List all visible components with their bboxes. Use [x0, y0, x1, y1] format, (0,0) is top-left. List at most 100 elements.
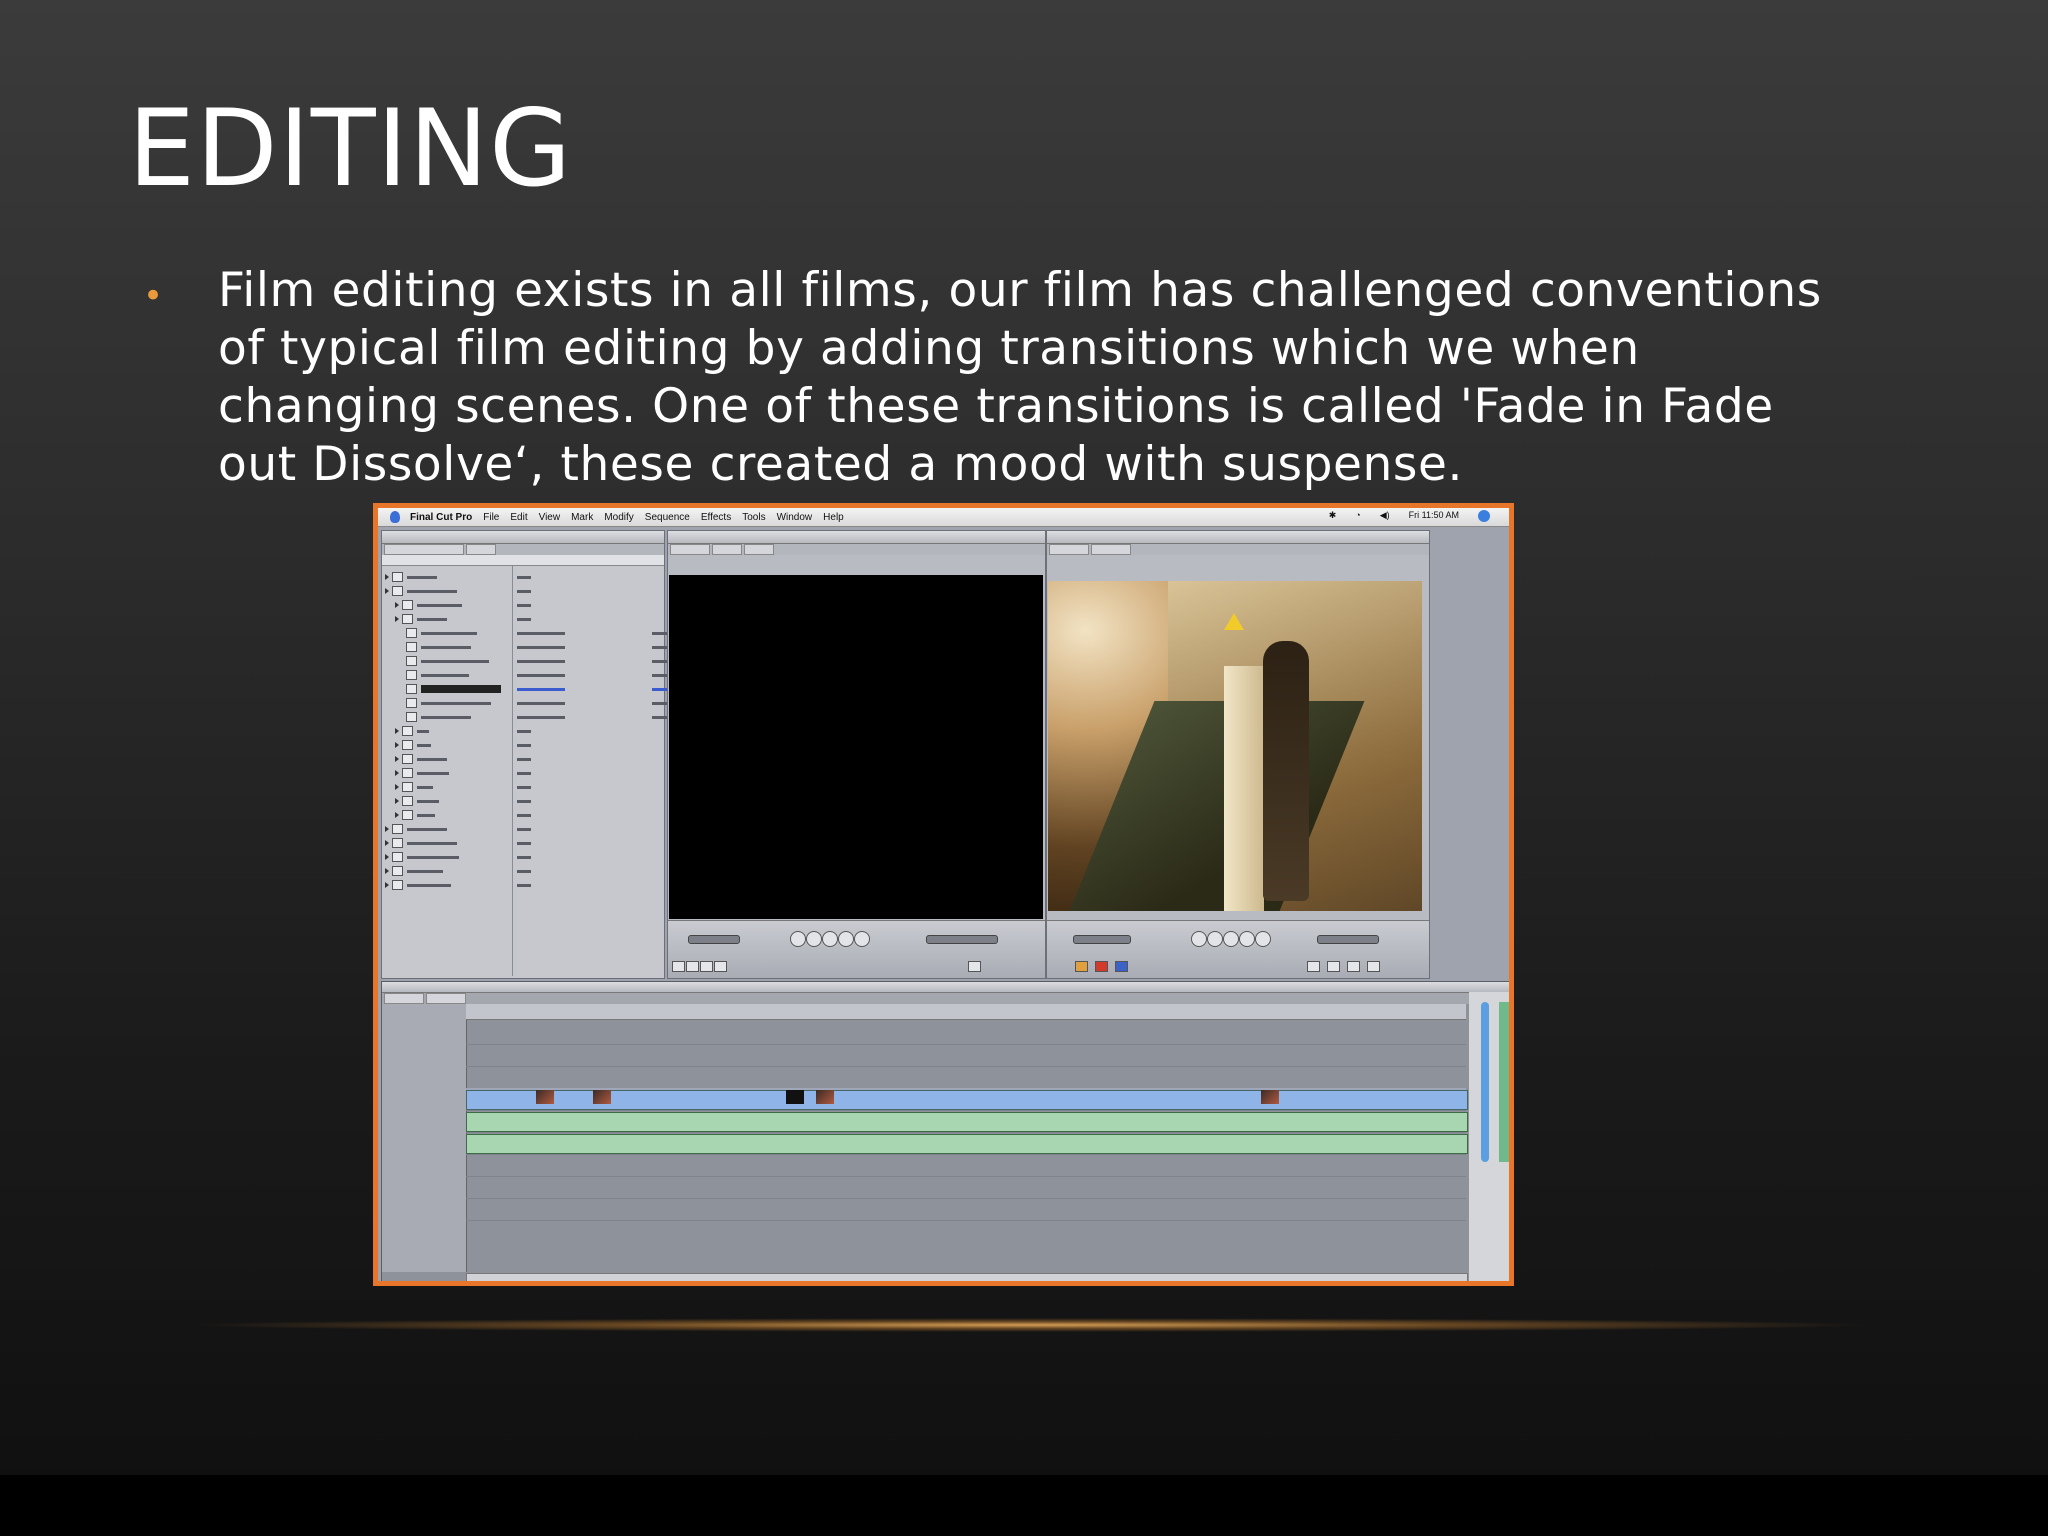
- overwrite-edit-button[interactable]: [1095, 961, 1108, 972]
- canvas-mark-out-button[interactable]: [1327, 961, 1340, 972]
- play-around-button[interactable]: [854, 931, 870, 947]
- list-item[interactable]: [382, 738, 664, 752]
- list-item[interactable]: [382, 612, 664, 626]
- menu-mark[interactable]: Mark: [571, 512, 593, 523]
- list-item[interactable]: [382, 668, 694, 682]
- list-item[interactable]: [382, 836, 664, 850]
- list-item-selected[interactable]: [382, 682, 694, 696]
- replace-edit-button[interactable]: [1115, 961, 1128, 972]
- list-item[interactable]: [382, 570, 664, 584]
- audio-track-a5[interactable]: [466, 1198, 1466, 1221]
- video-track-v2[interactable]: [466, 1066, 1466, 1089]
- tab-viewer-motion[interactable]: [744, 544, 774, 555]
- menu-edit[interactable]: Edit: [510, 512, 527, 523]
- list-item[interactable]: [382, 640, 694, 654]
- mark-in-button[interactable]: [672, 961, 685, 972]
- tab-effects[interactable]: [466, 544, 496, 555]
- timeline-panel: [381, 981, 1509, 1281]
- menu-effects[interactable]: Effects: [701, 512, 731, 523]
- clip-thumbnail: [786, 1090, 804, 1104]
- viewer-screen[interactable]: [669, 575, 1043, 919]
- menu-extras: ✱ ◔ ◀) Fri 11:50 AM: [1329, 510, 1501, 522]
- list-item[interactable]: [382, 724, 664, 738]
- list-item[interactable]: [382, 822, 664, 836]
- spotlight-icon[interactable]: [1478, 510, 1490, 522]
- list-item[interactable]: [382, 878, 664, 892]
- app-menu[interactable]: Final Cut Pro: [410, 512, 472, 523]
- match-frame-button[interactable]: [968, 961, 981, 972]
- canvas-play-in-out-button[interactable]: [1191, 931, 1207, 947]
- list-item[interactable]: [382, 752, 664, 766]
- tab-sequence-2[interactable]: [1091, 544, 1131, 555]
- clip-thumbnail: [536, 1090, 554, 1104]
- list-item[interactable]: [382, 808, 664, 822]
- menu-window[interactable]: Window: [777, 512, 813, 523]
- jog-slider[interactable]: [926, 935, 998, 944]
- list-item[interactable]: [382, 626, 694, 640]
- audio-clip[interactable]: [466, 1134, 1468, 1154]
- list-item[interactable]: [382, 598, 664, 612]
- add-keyframe-button[interactable]: [714, 961, 727, 972]
- canvas-next-edit-button[interactable]: [1239, 931, 1255, 947]
- list-item[interactable]: [382, 864, 664, 878]
- shuttle-slider[interactable]: [688, 935, 740, 944]
- canvas-play-button[interactable]: [1223, 931, 1239, 947]
- menu-help[interactable]: Help: [823, 512, 844, 523]
- menu-modify[interactable]: Modify: [604, 512, 633, 523]
- menu-file[interactable]: File: [483, 512, 499, 523]
- timeline-tabs: [382, 993, 1509, 1004]
- apple-icon[interactable]: [390, 511, 400, 523]
- tab-sequence-1[interactable]: [1049, 544, 1089, 555]
- list-item[interactable]: [382, 654, 694, 668]
- tab-timeline-sequence-2[interactable]: [426, 993, 466, 1004]
- list-item[interactable]: [382, 696, 694, 710]
- list-item[interactable]: [382, 850, 664, 864]
- play-in-out-button[interactable]: [790, 931, 806, 947]
- bluetooth-icon[interactable]: ✱: [1329, 510, 1337, 522]
- canvas-mark-clip-button[interactable]: [1347, 961, 1360, 972]
- volume-icon[interactable]: ◀): [1380, 510, 1390, 522]
- audio-track-a2[interactable]: [466, 1132, 1468, 1155]
- list-item[interactable]: [382, 766, 664, 780]
- audio-track-a4[interactable]: [466, 1176, 1466, 1199]
- play-button[interactable]: [822, 931, 838, 947]
- canvas-mark-in-button[interactable]: [1307, 961, 1320, 972]
- tab-project[interactable]: [384, 544, 464, 555]
- video-track-v4[interactable]: [466, 1022, 1466, 1045]
- viewer-title-bar: [668, 531, 1045, 544]
- video-clip[interactable]: [466, 1090, 1468, 1110]
- menu-view[interactable]: View: [539, 512, 561, 523]
- canvas-play-around-button[interactable]: [1255, 931, 1271, 947]
- tab-viewer-filters[interactable]: [712, 544, 742, 555]
- menu-sequence[interactable]: Sequence: [645, 512, 690, 523]
- mark-out-button[interactable]: [686, 961, 699, 972]
- warning-icon: [1224, 613, 1244, 630]
- audio-track-a1[interactable]: [466, 1110, 1468, 1133]
- mark-clip-button[interactable]: [700, 961, 713, 972]
- list-item[interactable]: [382, 710, 694, 724]
- list-item[interactable]: [382, 584, 664, 598]
- canvas-shuttle-slider[interactable]: [1073, 935, 1131, 944]
- mac-menu-bar: Final Cut Pro File Edit View Mark Modify…: [378, 508, 1509, 527]
- canvas-video-frame[interactable]: [1048, 581, 1422, 911]
- horizontal-scrollbar[interactable]: [466, 1273, 1468, 1281]
- tab-viewer-video[interactable]: [670, 544, 710, 555]
- canvas-prev-edit-button[interactable]: [1207, 931, 1223, 947]
- menu-clock[interactable]: Fri 11:50 AM: [1409, 510, 1459, 522]
- timeline-ruler[interactable]: [466, 1004, 1466, 1020]
- list-item[interactable]: [382, 794, 664, 808]
- video-track-v1[interactable]: [466, 1088, 1468, 1111]
- insert-edit-button[interactable]: [1075, 961, 1088, 972]
- prev-edit-button[interactable]: [806, 931, 822, 947]
- vertical-scrollbar[interactable]: [1481, 1002, 1489, 1162]
- audio-track-a3[interactable]: [466, 1154, 1466, 1177]
- tab-timeline-sequence-1[interactable]: [384, 993, 424, 1004]
- audio-clip[interactable]: [466, 1112, 1468, 1132]
- next-edit-button[interactable]: [838, 931, 854, 947]
- canvas-add-keyframe-button[interactable]: [1367, 961, 1380, 972]
- video-track-v3[interactable]: [466, 1044, 1466, 1067]
- menu-tools[interactable]: Tools: [742, 512, 765, 523]
- canvas-jog-slider[interactable]: [1317, 935, 1379, 944]
- wifi-icon[interactable]: ◔: [1355, 510, 1360, 522]
- list-item[interactable]: [382, 780, 664, 794]
